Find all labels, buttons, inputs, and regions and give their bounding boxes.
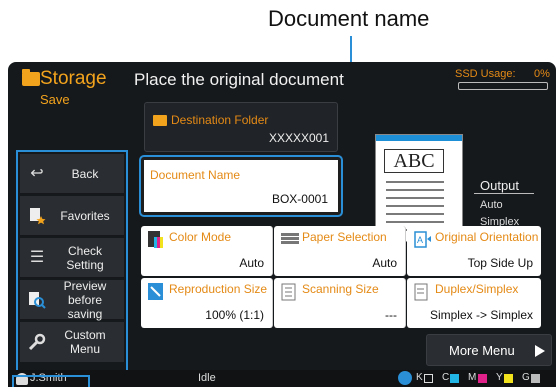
reproduction-size-icon — [148, 283, 164, 301]
instruction-headline: Place the original document — [134, 70, 344, 89]
output-title: Output — [480, 178, 520, 193]
scanning-size-icon — [281, 283, 297, 301]
stage: Document name Storage Save ↩ Back Favori… — [0, 0, 556, 387]
preview-button[interactable]: Preview before saving — [20, 278, 124, 321]
check-setting-label: Check Setting — [66, 243, 104, 272]
ssd-usage-bar — [458, 82, 548, 90]
ink-level-y — [504, 374, 513, 383]
wrench-icon — [28, 333, 46, 351]
color-mode-icon — [148, 231, 164, 249]
back-label: Back — [71, 166, 99, 181]
thumbnail-header-strip — [376, 135, 462, 141]
favorites-button[interactable]: Favorites — [20, 196, 124, 236]
ink-letter-y: Y — [496, 372, 503, 383]
destination-folder-label: Destination Folder — [171, 113, 269, 127]
duplex-icon — [414, 283, 430, 301]
custom-menu-button[interactable]: Custom Menu — [20, 322, 124, 362]
thumbnail-line — [386, 205, 444, 207]
ssd-usage-value: 0% — [534, 68, 550, 80]
ink-letter-m: M — [468, 372, 477, 383]
reproduction-size-button[interactable]: Reproduction Size 100% (1:1) — [141, 278, 273, 328]
color-mode-button[interactable]: Color Mode Auto — [141, 226, 273, 276]
back-arrow-icon: ↩ — [30, 165, 44, 182]
svg-text:A: A — [417, 235, 423, 245]
output-divider — [474, 193, 534, 194]
storage-folder-icon — [22, 69, 40, 86]
document-name-callout: Document name — [268, 6, 430, 31]
thumbnail-line — [386, 213, 444, 215]
left-column: Storage Save ↩ Back Favorites ☰ Check Se… — [8, 62, 128, 375]
favorites-label: Favorites — [60, 208, 110, 223]
custom-menu-label: Custom Menu — [64, 328, 106, 356]
duplex-simplex-value: Simplex -> Simplex — [429, 308, 533, 322]
reproduction-size-value: 100% (1:1) — [205, 308, 264, 322]
original-orientation-button[interactable]: A Original Orientation Top Side Up — [407, 226, 541, 276]
document-name-value: BOX-0001 — [271, 192, 328, 206]
check-setting-button[interactable]: ☰ Check Setting — [20, 238, 124, 278]
duplex-simplex-label: Duplex/Simplex — [435, 282, 519, 296]
more-menu-label: More Menu — [449, 343, 515, 358]
ink-level-k — [424, 374, 433, 383]
original-orientation-label: Original Orientation — [435, 230, 539, 244]
printer-panel-screen: Storage Save ↩ Back Favorites ☰ Check Se… — [8, 62, 556, 387]
document-name-button[interactable]: Document Name BOX-0001 — [139, 155, 343, 217]
list-icon: ☰ — [29, 249, 45, 266]
machine-status: Idle — [198, 372, 216, 384]
paper-selection-label: Paper Selection — [302, 230, 387, 244]
favorites-icon — [28, 207, 46, 225]
scanning-size-value: --- — [385, 308, 397, 322]
play-arrow-icon — [535, 345, 545, 357]
paper-selection-icon — [281, 231, 299, 249]
side-menu: ↩ Back Favorites ☰ Check Setting Preview… — [16, 150, 128, 375]
output-line-1: Auto — [480, 199, 503, 211]
paper-selection-button[interactable]: Paper Selection Auto — [274, 226, 406, 276]
ink-level-g — [531, 374, 540, 383]
scanning-size-label: Scanning Size — [302, 282, 379, 296]
network-icon — [398, 371, 412, 385]
document-name-label: Document Name — [150, 168, 241, 182]
status-bar: J.Smith Idle K C M Y G — [8, 370, 556, 387]
thumbnail-line — [386, 197, 444, 199]
ink-letter-k: K — [416, 372, 423, 383]
paper-selection-value: Auto — [372, 256, 397, 270]
orientation-icon: A — [414, 231, 431, 249]
thumbnail-line — [386, 181, 444, 183]
destination-folder-value: XXXXX001 — [268, 131, 329, 145]
reproduction-size-label: Reproduction Size — [169, 282, 268, 296]
back-button[interactable]: ↩ Back — [20, 154, 124, 194]
mode-subtitle: Save — [40, 92, 70, 107]
folder-icon — [153, 115, 167, 126]
duplex-simplex-button[interactable]: Duplex/Simplex Simplex -> Simplex — [407, 278, 541, 328]
user-highlight-frame — [12, 375, 90, 387]
mode-title[interactable]: Storage Save — [14, 66, 126, 122]
ink-level-m — [478, 374, 487, 383]
preview-label: Preview before saving — [63, 278, 107, 321]
scanning-size-button[interactable]: Scanning Size --- — [274, 278, 406, 328]
ssd-usage-label: SSD Usage: — [455, 68, 516, 80]
thumbnail-line — [386, 189, 444, 191]
ink-level-c — [450, 374, 459, 383]
ink-letter-g: G — [522, 372, 530, 383]
thumbnail-abc-text: ABC — [384, 149, 444, 173]
ink-letter-c: C — [442, 372, 450, 383]
color-mode-value: Auto — [239, 256, 264, 270]
mode-name: Storage — [40, 68, 107, 89]
destination-folder-button[interactable]: Destination Folder XXXXX001 — [144, 102, 338, 152]
more-menu-button[interactable]: More Menu — [426, 334, 552, 366]
original-orientation-value: Top Side Up — [467, 256, 533, 270]
preview-icon — [28, 291, 46, 309]
thumbnail-line — [386, 221, 444, 223]
color-mode-label: Color Mode — [169, 230, 232, 244]
